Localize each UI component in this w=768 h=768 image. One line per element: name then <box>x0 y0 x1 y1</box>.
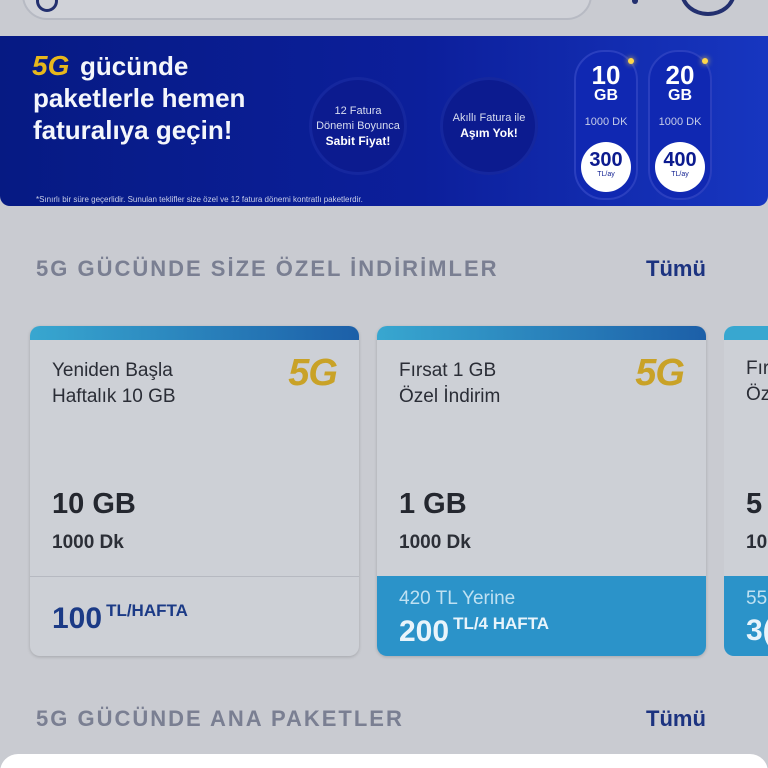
search-input[interactable] <box>22 0 592 20</box>
package-minutes: 1000 Dk <box>399 532 471 553</box>
sparkle-icon <box>702 58 708 64</box>
card-accent-bar <box>377 326 706 340</box>
section-title-discounts: 5G GÜCÜNDE SİZE ÖZEL İNDİRİMLER <box>36 256 499 281</box>
package-card[interactable]: Fırsat 1 GB Özel İndirim 5G 1 GB 1000 Dk… <box>377 326 706 656</box>
offer-gb: 20 <box>665 60 695 90</box>
banner-5g-logo: 5G <box>32 50 70 81</box>
old-price: 55 <box>746 588 768 609</box>
offer-pill-20gb: 20 GB 1000 DK 400 TL/ay <box>648 50 712 200</box>
bubble-line: Akıllı Fatura ile <box>452 112 526 124</box>
package-name-line: Haftalık 10 GB <box>52 386 176 407</box>
profile-avatar[interactable] <box>680 0 736 16</box>
package-data: 5 <box>746 488 763 520</box>
package-price: 100 TL/HAFTA <box>52 601 188 636</box>
offer-pill-10gb: 10 GB 1000 DK 300 TL/ay <box>574 50 638 200</box>
banner-headline-1: gücünde <box>80 51 189 81</box>
bubble-line: 12 Fatura <box>334 104 382 117</box>
no-overage-bubble: Akıllı Fatura ile Aşım Yok! <box>443 80 535 172</box>
price-unit: TL/HAFTA <box>106 601 188 620</box>
package-name: Fırsat 1 GB Özel İndirim <box>399 358 500 410</box>
price-footer: 420 TL Yerine 200 TL/4 HAFTA <box>377 576 706 656</box>
price-footer: 100 TL/HAFTA <box>30 576 359 656</box>
offer-price: 400 <box>663 149 697 171</box>
package-name-line: Fırsat 1 GB <box>399 360 497 381</box>
5g-badge-icon: 5G <box>288 352 338 394</box>
old-price: 420 TL Yerine <box>399 588 516 609</box>
promo-banner[interactable]: 5G gücünde paketlerle hemen faturalıya g… <box>0 36 768 206</box>
banner-headline-3: faturalıya geçin! <box>33 115 233 145</box>
bubble-line: Sabit Fiyat! <box>325 133 391 148</box>
offer-minutes: 1000 DK <box>658 116 702 128</box>
offer-price-unit: TL/ay <box>671 171 689 178</box>
package-data: 10 GB <box>52 488 136 520</box>
package-minutes: 1000 Dk <box>52 532 124 553</box>
package-name-line: Yeniden Başla <box>52 360 173 381</box>
price-unit: TL/4 HAFTA <box>453 614 550 633</box>
bubble-line: Aşım Yok! <box>460 126 518 140</box>
package-card-partial[interactable]: Fır Öz 5 10 55 3( <box>724 326 768 656</box>
package-name-line: Özel İndirim <box>399 386 501 407</box>
see-all-discounts-link[interactable]: Tümü <box>646 256 706 282</box>
offer-gb-unit: GB <box>594 87 618 104</box>
offer-gb: 10 <box>591 60 621 90</box>
top-bar <box>0 0 768 36</box>
price-value: 200 <box>399 615 450 648</box>
package-name-line: Fır <box>746 358 768 379</box>
offer-price-badge: 400 TL/ay <box>655 142 705 192</box>
section-title-main-packages: 5G GÜCÜNDE ANA PAKETLER <box>36 706 404 731</box>
notification-icon[interactable] <box>632 0 638 4</box>
banner-disclaimer: *Sınırlı bir süre geçerlidir. Sunulan te… <box>36 195 363 204</box>
price-value: 100 <box>52 602 103 635</box>
card-accent-bar <box>30 326 359 340</box>
price-value: 3( <box>746 614 768 647</box>
offer-price-badge: 300 TL/ay <box>581 142 631 192</box>
5g-badge-icon: 5G <box>635 352 685 394</box>
package-name: Yeniden Başla Haftalık 10 GB <box>52 358 176 410</box>
sparkle-icon <box>628 58 634 64</box>
offer-price: 300 <box>589 149 623 171</box>
offer-price-unit: TL/ay <box>597 171 615 178</box>
package-card[interactable]: Yeniden Başla Haftalık 10 GB 5G 10 GB 10… <box>30 326 359 656</box>
offer-minutes: 1000 DK <box>584 116 628 128</box>
offer-gb-unit: GB <box>668 87 692 104</box>
see-all-main-packages-link[interactable]: Tümü <box>646 706 706 732</box>
package-data: 1 GB <box>399 488 467 520</box>
package-name-line: Öz <box>746 384 768 405</box>
fixed-price-bubble: 12 Fatura Dönemi Boyunca Sabit Fiyat! <box>312 80 404 172</box>
card-accent-bar <box>724 326 768 340</box>
banner-headline-2: paketlerle hemen <box>33 83 246 113</box>
price-footer: 55 3( <box>724 576 768 656</box>
package-minutes: 10 <box>746 532 768 553</box>
bottom-sheet[interactable] <box>0 754 768 768</box>
bubble-line: Dönemi Boyunca <box>316 119 400 132</box>
package-price: 200 TL/4 HAFTA <box>399 614 549 649</box>
